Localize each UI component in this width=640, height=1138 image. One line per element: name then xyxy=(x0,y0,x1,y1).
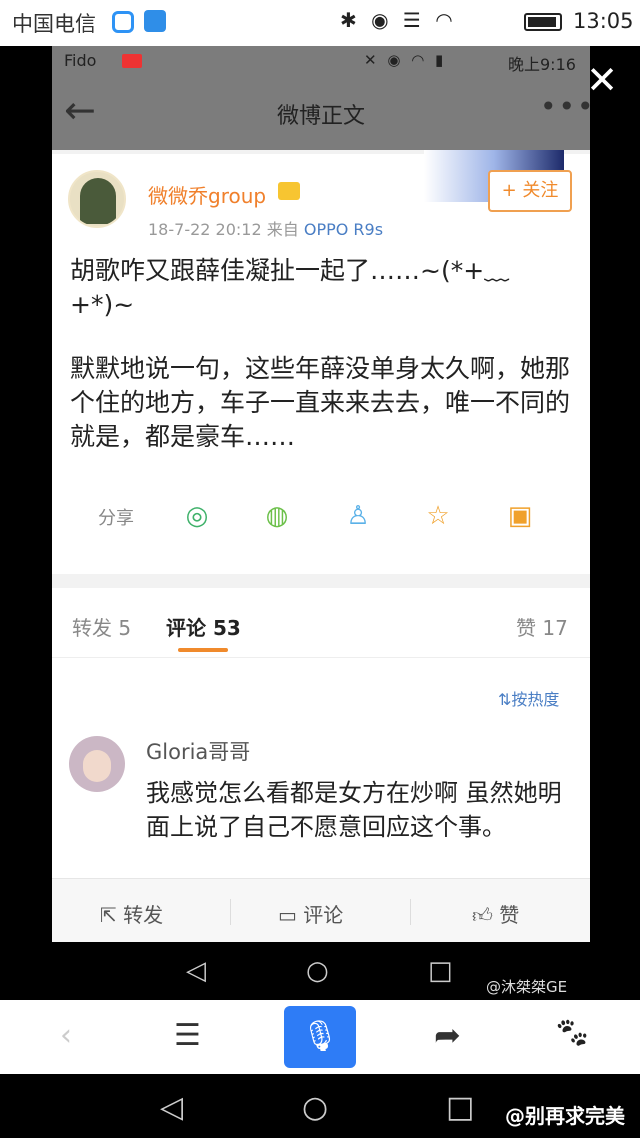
qq-icon[interactable]: ♙ xyxy=(340,498,376,534)
share-label: 分享 xyxy=(98,508,134,529)
separator xyxy=(230,899,231,925)
app-notification-icon xyxy=(112,11,134,33)
thumbs-up-icon: 👍︎ xyxy=(472,903,500,927)
source-prefix: 来自 xyxy=(266,220,299,239)
comment-icon: ▭ xyxy=(278,903,304,927)
browser-toolbar: ‹ ☰ 🎙︎ ➦ 🐾︎ xyxy=(0,1000,640,1074)
separator xyxy=(410,899,411,925)
outer-status-bar: 中国电信 ✱ ◉ ☰ ◠ 13:05 xyxy=(0,0,640,46)
post-text-2: 默默地说一句，这些年薛没单身太久啊，她那个住的地方，车子一直来来去去，唯一不同的… xyxy=(70,354,571,451)
like-label: 赞 xyxy=(499,903,520,927)
comment-label: 评论 xyxy=(303,903,344,927)
post-text-1: 胡歌咋又跟薛佳凝扯一起了……~(*+﹏+*)~ xyxy=(70,256,510,319)
home-circle-icon[interactable]: ○ xyxy=(302,1090,328,1125)
share-row: 分享 ◎ ◍ ♙ ☆ ▣ xyxy=(52,494,590,538)
divider xyxy=(52,657,590,658)
menu-icon[interactable]: ☰ xyxy=(174,1018,201,1053)
repost-label: 转发 xyxy=(123,903,164,927)
post-source[interactable]: OPPO R9s xyxy=(304,220,383,239)
more-icon[interactable]: ••• xyxy=(540,90,590,123)
bottom-toolbar: ⇱ 转发 ▭ 评论 👍︎ 赞 xyxy=(52,878,590,942)
status-time: 13:05 xyxy=(573,9,634,33)
sort-label: 按热度 xyxy=(511,690,560,709)
repost-icon: ⇱ xyxy=(100,903,124,927)
moments-icon[interactable]: ◍ xyxy=(259,498,295,534)
tab-comment[interactable]: 评论 53 xyxy=(166,612,241,641)
inner-status-bar: Fido ✕ ◉ ◠ ▮ 晚上9:16 xyxy=(52,46,590,76)
inner-carrier: Fido xyxy=(64,51,97,70)
carrier-label: 中国电信 xyxy=(12,12,96,36)
recents-square-icon[interactable]: □ xyxy=(428,956,453,986)
commenter-name[interactable]: Gloria哥哥 xyxy=(146,736,250,766)
share-arrow-icon[interactable]: ➦ xyxy=(434,1016,461,1054)
page-title: 微博正文 xyxy=(276,104,365,129)
active-tab-indicator xyxy=(178,648,228,652)
save-image-icon[interactable]: ▣ xyxy=(502,498,538,534)
home-circle-icon[interactable]: ○ xyxy=(306,956,329,986)
follow-button[interactable]: + 关注 xyxy=(488,170,572,212)
post-timestamp: 18-7-22 20:12 xyxy=(148,220,262,239)
like-button[interactable]: 👍︎ 赞 xyxy=(472,899,519,928)
navbar: ← 微博正文 ••• xyxy=(52,76,590,150)
wechat-icon[interactable]: ◎ xyxy=(179,498,215,534)
inner-time: 晚上9:16 xyxy=(508,55,576,74)
tab-repost[interactable]: 转发 5 xyxy=(72,612,131,641)
voice-search-mic-icon[interactable]: 🎙︎ xyxy=(284,1006,356,1068)
poster-avatar[interactable] xyxy=(68,170,126,228)
poster-username[interactable]: 微微乔group xyxy=(148,180,266,209)
inner-status-icons: ✕ ◉ ◠ ▮ xyxy=(364,51,447,69)
browser-back-icon[interactable]: ‹ xyxy=(60,1018,72,1053)
comment-text: 我感觉怎么看都是女方在炒啊 虽然她明面上说了自己不愿意回应这个事。 xyxy=(146,779,562,841)
gallery-notification-icon xyxy=(144,10,166,32)
comment-button[interactable]: ▭ 评论 xyxy=(278,899,343,928)
tab-like[interactable]: 赞 17 xyxy=(516,612,568,641)
qzone-star-icon[interactable]: ☆ xyxy=(420,498,456,534)
sort-button[interactable]: ⇅按热度 xyxy=(498,686,559,710)
repost-button[interactable]: ⇱ 转发 xyxy=(100,899,163,928)
comment-tabs: 转发 5 评论 53 赞 17 xyxy=(52,588,590,658)
section-divider xyxy=(52,574,590,588)
post-meta: 18-7-22 20:12 来自 OPPO R9s xyxy=(148,216,383,240)
weibo-watermark: @沐桀桀GE xyxy=(486,978,568,996)
recents-square-icon[interactable]: □ xyxy=(446,1090,474,1125)
status-icons: ✱ ◉ ☰ ◠ xyxy=(340,8,457,32)
toutiao-badge-icon xyxy=(122,54,142,68)
sort-icon: ⇅ xyxy=(498,690,512,709)
weibo-screenshot: Fido ✕ ◉ ◠ ▮ 晚上9:16 ← 微博正文 ••• 微微乔group … xyxy=(52,46,590,942)
battery-icon xyxy=(524,13,562,31)
baidu-paw-icon[interactable]: 🐾︎ xyxy=(553,1016,591,1051)
commenter-avatar[interactable] xyxy=(69,736,125,792)
back-triangle-icon[interactable]: ◁ xyxy=(160,1090,183,1125)
toutiao-watermark: @别再求完美 xyxy=(505,1104,625,1128)
back-triangle-icon[interactable]: ◁ xyxy=(186,956,206,986)
vip-crown-icon xyxy=(278,182,300,200)
